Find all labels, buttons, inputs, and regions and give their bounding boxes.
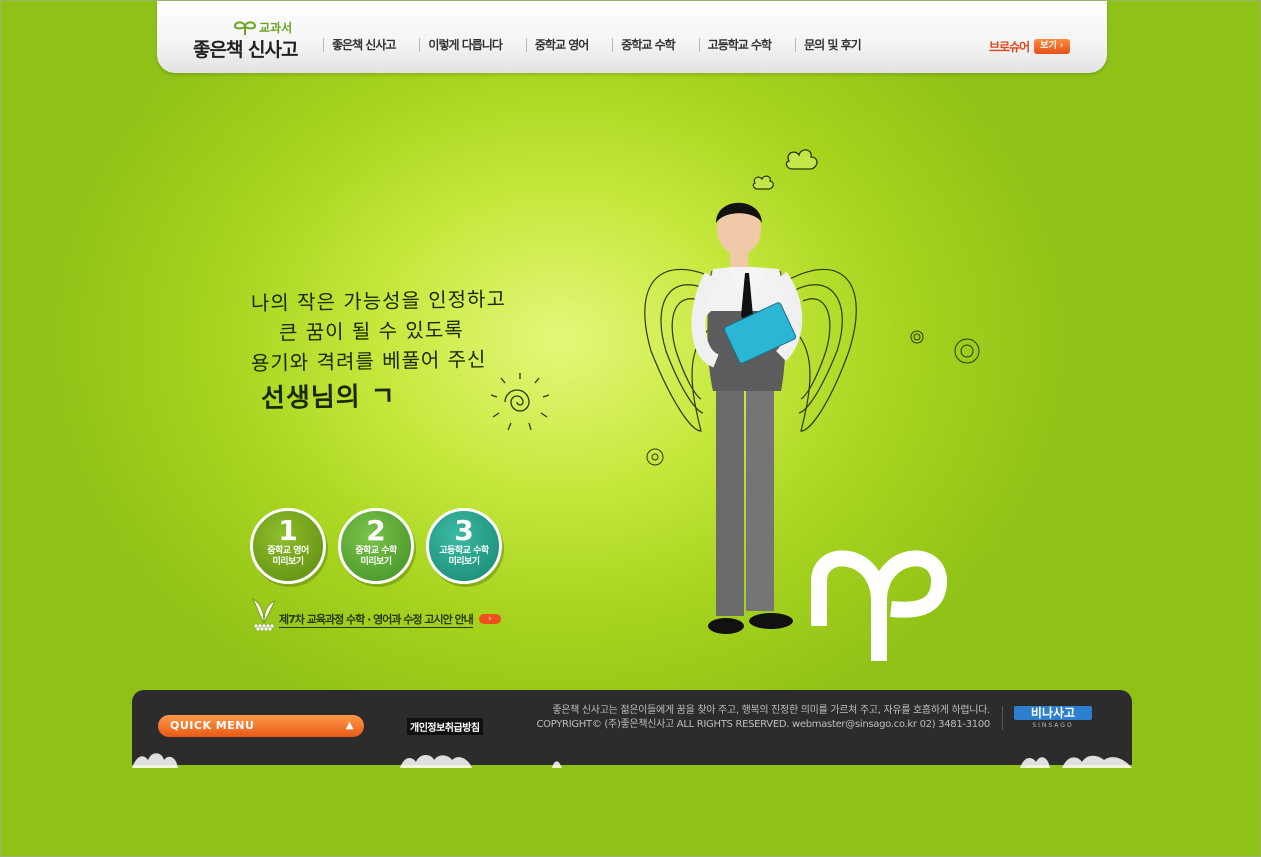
- student-with-wings-illustration: [644, 149, 980, 661]
- privacy-policy-link[interactable]: 개인정보취급방침: [407, 718, 483, 735]
- slogan-line: 나의 작은 가능성을 인정하고: [250, 286, 507, 316]
- chevron-up-icon: ▲: [345, 720, 354, 731]
- chevron-right-icon[interactable]: ›: [478, 614, 501, 624]
- footer-slogan: 좋은책 신사고는 젊은이들에게 꿈을 찾아 주고, 행복의 진정한 의미를 가르…: [552, 705, 990, 716]
- sun-doodle: [490, 373, 550, 431]
- sprout-icon: [233, 21, 257, 35]
- preview-middle-english-button[interactable]: 1 중학교 영어 미리보기: [250, 508, 326, 584]
- nav-item-different[interactable]: 이렇게 다릅니다: [419, 38, 510, 52]
- company-logo-en: SINSAGO: [1032, 722, 1074, 729]
- slogan-line: 용기와 격려를 베풀어 주신: [250, 347, 487, 376]
- company-logo-text: 비나사고: [1014, 706, 1092, 720]
- quick-menu-button[interactable]: QUICK MENU ▲: [158, 715, 364, 737]
- preview-middle-math-button[interactable]: 2 중학교 수학 미리보기: [338, 508, 414, 584]
- brochure-view-button[interactable]: 보기 ›: [1034, 39, 1070, 54]
- top-header: 교과서 좋은책 신사고 좋은책 신사고 이렇게 다릅니다 중학교 영어 중학교 …: [157, 1, 1107, 73]
- site-logo[interactable]: 교과서 좋은책 신사고: [193, 19, 313, 63]
- company-logo[interactable]: 비나사고 SINSAGO: [1014, 706, 1092, 730]
- slogan-line: 선생님의 ㄱ: [260, 381, 396, 415]
- nav-item-high-math[interactable]: 고등학교 수학: [698, 38, 780, 52]
- notice-text[interactable]: 제7차 교육과정 수학 · 영어과 수정 고시안 안내: [279, 611, 474, 628]
- logo-title: 좋은책 신사고: [193, 39, 298, 61]
- brochure-link[interactable]: 브로슈어 보기 ›: [989, 38, 1070, 55]
- main-nav: 좋은책 신사고 이렇게 다릅니다 중학교 영어 중학교 수학 고등학교 수학 문…: [323, 38, 885, 52]
- nav-item-sinsago[interactable]: 좋은책 신사고: [323, 38, 404, 52]
- hero-slogan: 나의 작은 가능성을 인정하고 큰 꿈이 될 수 있도록 용기와 격려를 베풀어…: [250, 286, 507, 415]
- slogan-line: 큰 꿈이 될 수 있도록: [278, 317, 464, 345]
- nav-item-inquiry[interactable]: 문의 및 후기: [795, 38, 870, 52]
- curriculum-notice-link[interactable]: 제7차 교육과정 수학 · 영어과 수정 고시안 안내 ›: [251, 597, 501, 631]
- footer: QUICK MENU ▲ 개인정보취급방침 좋은책 신사고는 젊은이들에게 꿈을…: [132, 690, 1132, 765]
- footer-divider: [1002, 706, 1003, 730]
- plant-icon: [251, 597, 276, 631]
- nav-item-middle-math[interactable]: 중학교 수학: [612, 38, 683, 52]
- logo-subtitle: 교과서: [259, 21, 293, 35]
- footer-copyright: COPYRIGHT© (주)좋은책신사고 ALL RIGHTS RESERVED…: [536, 719, 990, 730]
- brochure-label: 브로슈어: [989, 40, 1030, 54]
- preview-high-math-button[interactable]: 3 고등학교 수학 미리보기: [426, 508, 502, 584]
- footer-info: 좋은책 신사고는 젊은이들에게 꿈을 찾아 주고, 행복의 진정한 의미를 가르…: [492, 704, 990, 732]
- nav-item-middle-english[interactable]: 중학교 영어: [525, 38, 597, 52]
